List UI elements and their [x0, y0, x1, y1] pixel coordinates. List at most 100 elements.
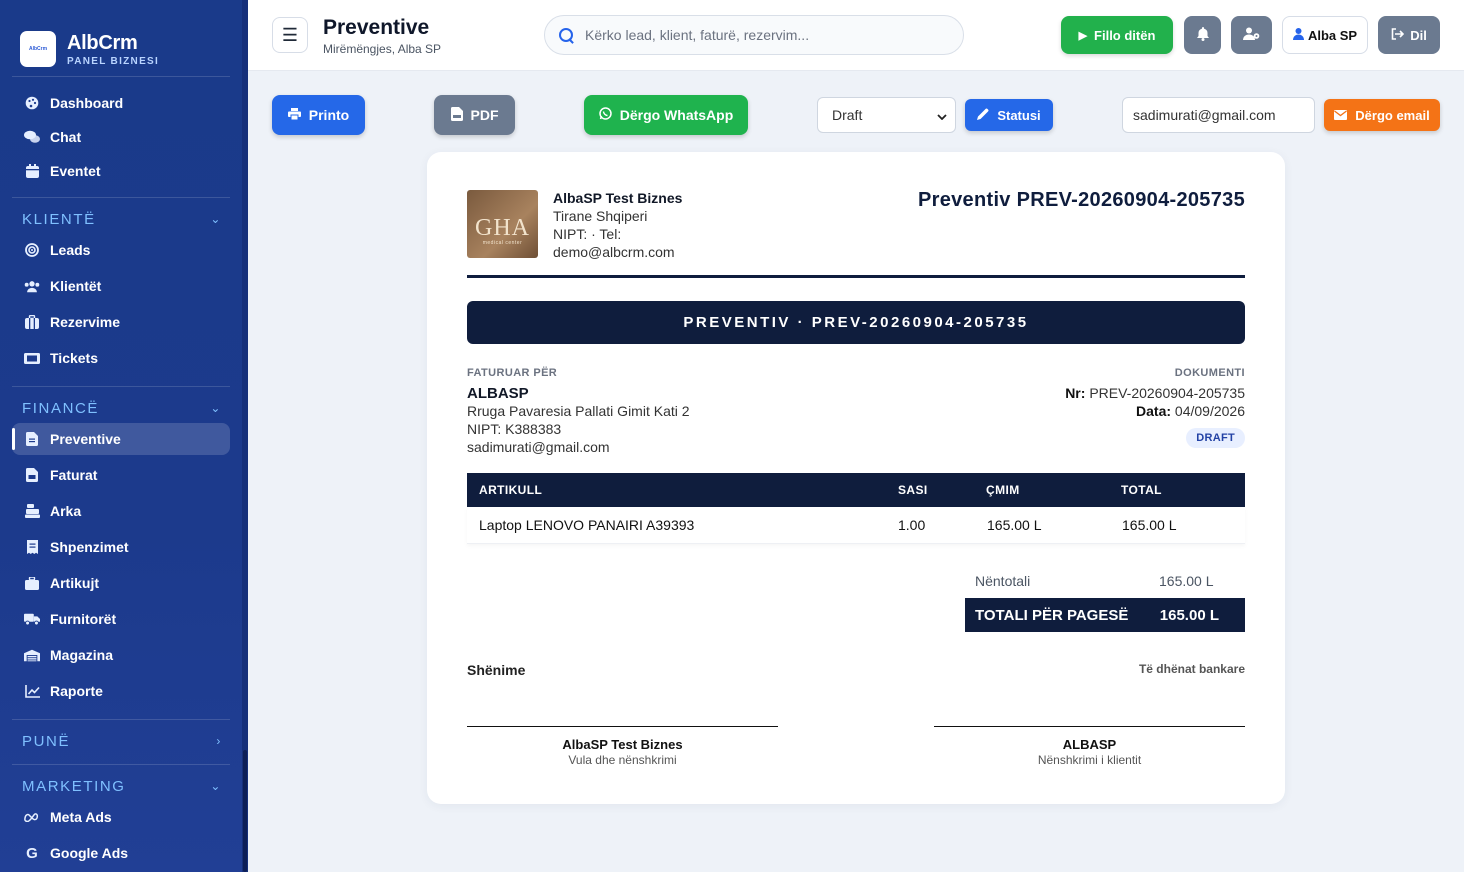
bullseye-icon: [24, 242, 40, 258]
team-button[interactable]: [1231, 16, 1272, 54]
recipient-email-value: sadimurati@gmail.com: [1133, 107, 1276, 123]
section-title: KLIENTË: [22, 210, 96, 228]
section-title: MARKETING: [22, 777, 126, 795]
pdf-button[interactable]: PDF: [434, 95, 515, 135]
signature-company-name: AlbaSP Test Biznes: [562, 737, 683, 752]
sidebar-item-chat[interactable]: Chat: [12, 121, 230, 153]
sidebar-item-leads[interactable]: Leads: [12, 234, 230, 266]
cash-register-icon: [24, 503, 40, 519]
status-select[interactable]: Draft: [817, 97, 956, 133]
column-header: SASI: [898, 483, 928, 497]
sidebar-item-shpenzimet[interactable]: Shpenzimet: [12, 531, 230, 563]
chevron-down-icon: ⌄: [210, 212, 222, 226]
recipient-email-field[interactable]: sadimurati@gmail.com: [1122, 97, 1315, 133]
chevron-down-icon: [937, 107, 947, 123]
envelope-icon: [1334, 108, 1348, 123]
warehouse-icon: [24, 647, 40, 663]
grand-total-bar: TOTALI PËR PAGESË 165.00 L: [965, 598, 1245, 632]
send-email-button[interactable]: Dërgo email: [1324, 99, 1440, 131]
sidebar-item-label: Google Ads: [50, 845, 129, 861]
column-header: TOTAL: [1121, 483, 1162, 497]
sidebar-item-faturat[interactable]: Faturat: [12, 459, 230, 491]
pdf-label: PDF: [470, 107, 499, 123]
quote-document: GHA medical center AlbaSP Test Biznes Ti…: [427, 152, 1285, 804]
scrollbar-thumb[interactable]: [243, 750, 247, 872]
sidebar-item-label: Arka: [50, 503, 82, 519]
sidebar-item-label: Raporte: [50, 683, 103, 699]
client-email: sadimurati@gmail.com: [467, 439, 610, 455]
search-bar[interactable]: [544, 15, 964, 55]
invoice-icon: [24, 467, 40, 483]
sidebar-item-klientet[interactable]: Klientët: [12, 270, 230, 302]
play-icon: ▶: [1078, 29, 1088, 42]
chevron-down-icon: ⌄: [210, 401, 222, 415]
section-marketing[interactable]: MARKETING ⌄: [22, 774, 222, 798]
section-klientet[interactable]: KLIENTË ⌄: [22, 207, 222, 231]
search-input[interactable]: [585, 27, 945, 43]
sidebar-item-meta-ads[interactable]: Meta Ads: [12, 801, 230, 833]
sidebar-item-label: Magazina: [50, 647, 114, 663]
grand-total-label: TOTALI PËR PAGESË: [975, 606, 1129, 624]
whatsapp-label: Dërgo WhatsApp: [619, 107, 734, 123]
sidebar-item-google-ads[interactable]: G Google Ads: [12, 837, 230, 869]
sidebar-item-rezervime[interactable]: Rezervime: [12, 306, 230, 338]
section-pune[interactable]: PUNË ›: [22, 729, 222, 753]
sidebar-item-arka[interactable]: Arka: [12, 495, 230, 527]
section-title: PUNË: [22, 732, 71, 750]
signature-client-name: ALBASP: [1062, 737, 1117, 752]
users-icon: [24, 278, 40, 294]
document-date-value: 04/09/2026: [1174, 403, 1245, 419]
comments-icon: [24, 129, 40, 145]
client-address: Rruga Pavaresia Pallati Gimit Kati 2: [467, 403, 690, 419]
start-day-button[interactable]: ▶ Fillo ditën: [1061, 16, 1173, 54]
sidebar-scrollbar[interactable]: [242, 0, 248, 872]
sidebar-item-furnitoret[interactable]: Furnitorët: [12, 603, 230, 635]
topbar: ☰ Preventive Mirëmëngjes, Alba SP ▶ Fill…: [248, 0, 1464, 71]
sidebar-item-label: Chat: [50, 129, 82, 145]
truck-icon: [24, 611, 40, 627]
company-logo: GHA medical center: [467, 190, 538, 258]
client-nipt: NIPT: K388383: [467, 421, 562, 437]
box-icon: [24, 575, 40, 591]
bank-details-label: Të dhënat bankare: [1138, 662, 1245, 676]
sidebar-item-magazina[interactable]: Magazina: [12, 639, 230, 671]
notifications-button[interactable]: [1184, 16, 1221, 54]
menu-toggle-button[interactable]: ☰: [272, 17, 308, 53]
sidebar-item-label: Eventet: [50, 163, 101, 179]
page-subtitle: Mirëmëngjes, Alba SP: [323, 42, 442, 56]
divider: [12, 386, 230, 387]
brand[interactable]: AlbCrm AlbCrm PANEL BIZNESI: [0, 0, 248, 76]
header-divider: [467, 275, 1245, 278]
bill-to-label: FATURUAR PËR: [467, 367, 558, 379]
signature-line: [934, 726, 1245, 727]
user-icon: [1292, 27, 1304, 43]
divider: [12, 76, 230, 77]
sidebar-item-preventive[interactable]: Preventive: [12, 423, 230, 455]
brand-logo-text: AlbCrm: [28, 46, 48, 52]
status-button-label: Statusi: [997, 107, 1041, 123]
print-button[interactable]: Printo: [272, 95, 365, 135]
sidebar-item-eventet[interactable]: Eventet: [12, 155, 230, 187]
sign-out-icon: [1391, 27, 1405, 43]
sidebar-item-artikujt[interactable]: Artikujt: [12, 567, 230, 599]
document-number-value: PREV-20260904-205735: [1089, 385, 1245, 401]
whatsapp-button[interactable]: Dërgo WhatsApp: [584, 95, 748, 135]
logout-button[interactable]: Dil: [1378, 16, 1440, 54]
sidebar-item-tickets[interactable]: Tickets: [12, 342, 230, 374]
status-button[interactable]: Statusi: [965, 99, 1053, 131]
sidebar-item-raporte[interactable]: Raporte: [12, 675, 230, 707]
notes-label: Shënime: [467, 662, 526, 678]
palette-icon: [24, 95, 40, 111]
document-info-label: DOKUMENTI: [1174, 367, 1245, 379]
status-badge: DRAFT: [1186, 428, 1245, 448]
chevron-right-icon: ›: [216, 734, 222, 748]
brand-subtitle: PANEL BIZNESI: [67, 55, 160, 67]
section-finance[interactable]: FINANCË ⌄: [22, 396, 222, 420]
item-quantity: 1.00: [898, 517, 926, 533]
user-profile-button[interactable]: Alba SP: [1282, 16, 1368, 54]
ticket-icon: [24, 350, 40, 366]
pencil-icon: [977, 108, 989, 123]
grand-total-value: 165.00 L: [1159, 606, 1219, 624]
sidebar-item-dashboard[interactable]: Dashboard: [12, 87, 230, 119]
document-banner: PREVENTIV · PREV-20260904-205735: [467, 301, 1245, 344]
